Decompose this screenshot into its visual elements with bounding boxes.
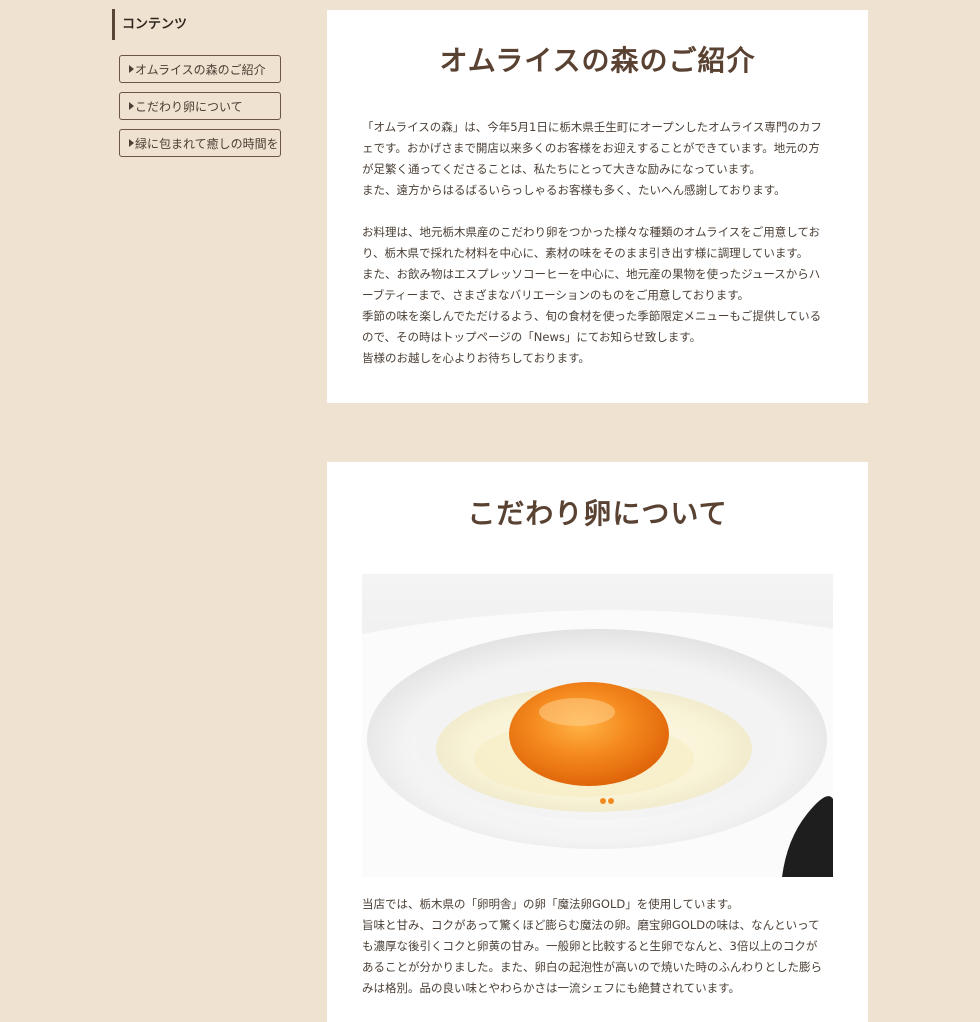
triangle-right-icon [129,139,134,147]
sidebar-item-label: オムライスの森のご紹介 [135,62,266,77]
egg-paragraph: 当店では、栃木県の「卵明舎」の卵「魔法卵GOLD」を使用しています。 旨味と甘み… [362,894,833,999]
text-line: 当店では、栃木県の「卵明舎」の卵「魔法卵GOLD」を使用しています。 [362,897,739,911]
text-line: り、栃木県で採れた材料を中心に、素材の味をそのまま引き出す様に調理しています。 [362,246,809,260]
sidebar-nav: オムライスの森のご紹介 こだわり卵について 緑に包まれて癒しの時間を [119,55,292,157]
text-line: 季節の味を楽しんでただけるよう、旬の食材を使った季節限定メニューもご提供している [362,309,822,323]
intro-section: オムライスの森のご紹介 「オムライスの森」は、今年5月1日に栃木県壬生町にオープ… [327,10,868,403]
chalaza-dot [600,798,606,804]
text-line: 旨味と甘み、コクがあって驚くほど膨らむ魔法の卵。磨宝卵GOLDの味は、なんといっ… [362,918,820,932]
egg-section: こだわり卵について 当店では、栃木県の「卵明舎」の卵「魔法卵GOLD」を使用して… [327,462,868,1022]
text-line: また、遠方からはるばるいらっしゃるお客様も多く、たいへん感謝しております。 [362,183,786,197]
intro-body: 「オムライスの森」は、今年5月1日に栃木県壬生町にオープンしたオムライス専門のカ… [362,117,833,369]
text-line: また、お飲み物はエスプレッソコーヒーを中心に、地元産の果物を使ったジュースからハ [362,267,821,281]
egg-yolk [509,682,669,786]
sidebar: コンテンツ オムライスの森のご紹介 こだわり卵について 緑に包まれて癒しの時間を [112,9,292,166]
text-line: が足繁く通ってくださることは、私たちにとって大きな励みになっています。 [362,162,761,176]
intro-paragraph: お料理は、地元栃木県産のこだわり卵をつかった様々な種類のオムライスをご用意してお… [362,222,833,369]
sidebar-heading: コンテンツ [112,9,292,40]
sidebar-item-label: こだわり卵について [135,99,243,114]
sidebar-item-greenery[interactable]: 緑に包まれて癒しの時間を [119,129,281,157]
sidebar-item-intro[interactable]: オムライスの森のご紹介 [119,55,281,83]
text-line: あることが分かりました。また、卵白の起泡性が高いので焼いた時のふんわりとした膨ら [362,960,822,974]
text-line: 皆様のお越しを心よりお待ちしております。 [362,351,590,365]
text-line: お料理は、地元栃木県産のこだわり卵をつかった様々な種類のオムライスをご用意してお [362,225,821,239]
text-line: ェです。おかげさまで開店以来多くのお客様をお迎えすることができています。地元の方 [362,141,820,155]
text-line: ーブティーまで、さまざまなバリエーションのものをご用意しております。 [362,288,750,302]
intro-title: オムライスの森のご紹介 [439,44,756,77]
sidebar-item-eggs[interactable]: こだわり卵について [119,92,281,120]
text-line: も濃厚な後引くコクと卵黄の甘み。一般卵と比較すると生卵でなんと、3倍以上のコクが [362,939,818,953]
sidebar-item-label: 緑に包まれて癒しの時間を [135,136,279,151]
text-line: ので、その時はトップページの「News」にてお知らせ致します。 [362,330,702,344]
egg-photo [362,574,833,877]
intro-paragraph: 「オムライスの森」は、今年5月1日に栃木県壬生町にオープンしたオムライス専門のカ… [362,117,833,201]
yolk-highlight [539,698,615,726]
chalaza-dot [608,798,614,804]
text-line: みは格別。品の良い味とやわらかさは一流シェフにも絶賛されています。 [362,981,741,995]
triangle-right-icon [129,102,134,110]
egg-title: こだわり卵について [467,497,728,530]
text-line: 「オムライスの森」は、今年5月1日に栃木県壬生町にオープンしたオムライス専門のカ… [362,120,822,134]
triangle-right-icon [129,65,134,73]
